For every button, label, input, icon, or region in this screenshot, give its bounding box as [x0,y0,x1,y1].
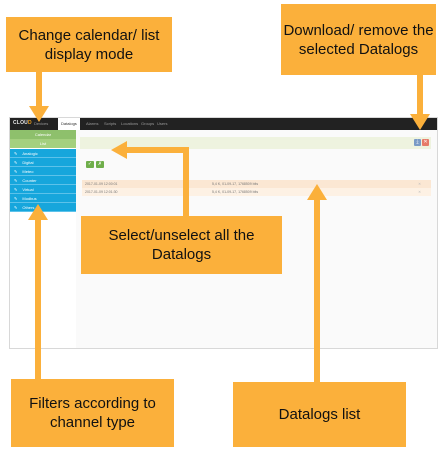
filters-arrow-head [28,204,48,220]
mode-arrow-shaft [36,72,42,108]
mode-arrow-head [29,106,49,122]
list-arrow-head [307,184,327,200]
select-arrow-vertical [183,147,189,217]
callout-download-remove: Download/ remove the selected Datalogs [281,4,436,75]
select-arrow-horizontal [125,147,189,153]
download-arrow-shaft [417,74,423,116]
callout-filters: Filters according to channel type [11,379,174,447]
download-arrow-head [410,114,430,130]
select-arrow-head [111,141,127,159]
filters-arrow-shaft [35,218,41,382]
list-arrow-shaft [314,198,320,386]
callout-select-all: Select/unselect all the Datalogs [81,216,282,274]
callout-display-mode: Change calendar/ list display mode [6,17,172,72]
callout-datalogs-list: Datalogs list [233,382,406,447]
